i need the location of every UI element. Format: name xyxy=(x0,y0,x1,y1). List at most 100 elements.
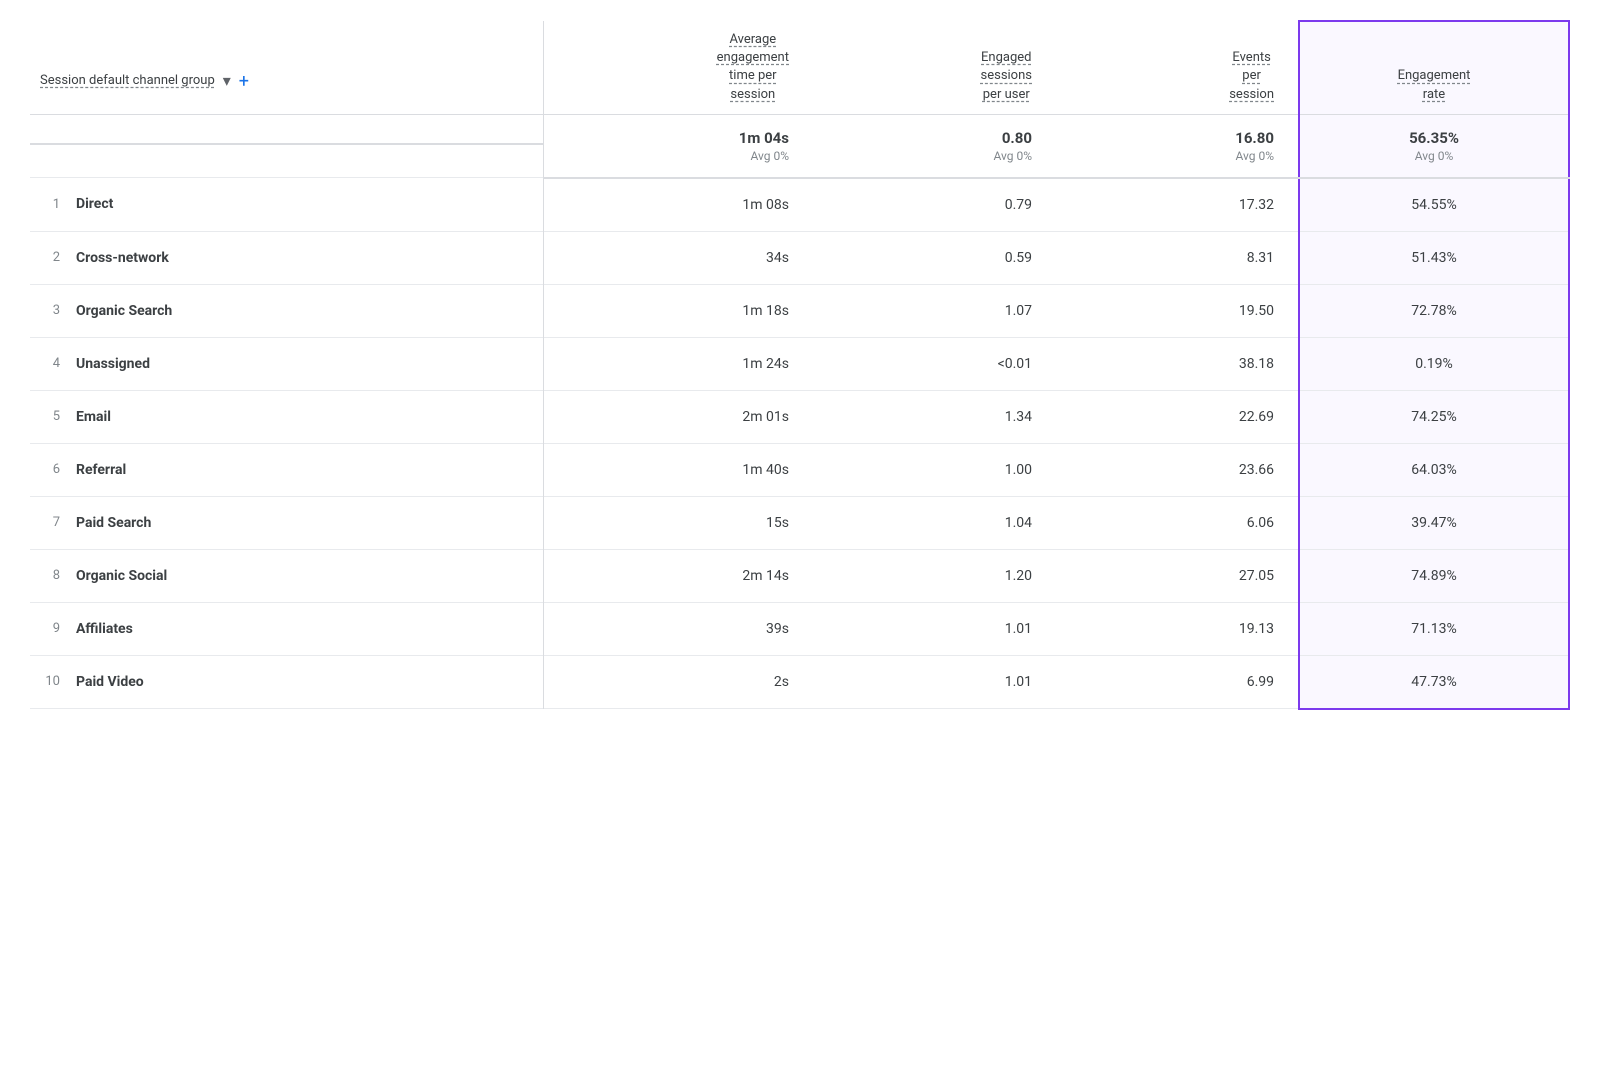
engagement-rate-label: Engagementrate xyxy=(1398,67,1471,103)
engaged-sessions-cell: 1.01 xyxy=(813,602,1056,655)
table-row: 3 Organic Search 1m 18s1.0719.5072.78% xyxy=(30,284,1569,337)
engaged-sessions-cell: 1.04 xyxy=(813,496,1056,549)
engagement-rate-cell: 47.73% xyxy=(1299,655,1569,709)
analytics-table: Session default channel group ▾ + Averag… xyxy=(30,20,1570,710)
channel-cell: 3 Organic Search xyxy=(30,285,543,337)
engagement-rate-cell: 74.89% xyxy=(1299,549,1569,602)
events-per-session-cell: 17.32 xyxy=(1056,178,1299,232)
avg-engagement-cell: 1m 40s xyxy=(543,443,813,496)
engaged-sessions-cell: 1.01 xyxy=(813,655,1056,709)
channel-header-label: Session default channel group xyxy=(40,72,215,90)
events-per-session-cell: 6.06 xyxy=(1056,496,1299,549)
avg-engagement-cell: 39s xyxy=(543,602,813,655)
engaged-sessions-cell: 1.34 xyxy=(813,390,1056,443)
engaged-sessions-cell: 0.59 xyxy=(813,231,1056,284)
table-row: 4 Unassigned 1m 24s<0.0138.180.19% xyxy=(30,337,1569,390)
engaged-sessions-cell: 0.79 xyxy=(813,178,1056,232)
channel-cell: 2 Cross-network xyxy=(30,232,543,284)
events-per-session-cell: 19.50 xyxy=(1056,284,1299,337)
channel-name[interactable]: Paid Video xyxy=(76,674,144,690)
engaged-sessions-cell: 1.20 xyxy=(813,549,1056,602)
row-number: 1 xyxy=(40,197,60,212)
avg-engagement-cell: 34s xyxy=(543,231,813,284)
channel-name[interactable]: Unassigned xyxy=(76,356,150,372)
events-per-session-cell: 22.69 xyxy=(1056,390,1299,443)
add-column-icon[interactable]: + xyxy=(239,69,249,94)
channel-cell: 7 Paid Search xyxy=(30,497,543,549)
row-number: 6 xyxy=(40,462,60,477)
engaged-sessions-header: Engagedsessionsper user xyxy=(813,21,1056,114)
channel-cell: 6 Referral xyxy=(30,444,543,496)
channel-name[interactable]: Cross-network xyxy=(76,250,169,266)
row-number: 7 xyxy=(40,515,60,530)
avg-engagement-cell: 2s xyxy=(543,655,813,709)
channel-cell: 1 Direct xyxy=(30,178,543,230)
table-row: 5 Email 2m 01s1.3422.6974.25% xyxy=(30,390,1569,443)
engagement-rate-cell: 72.78% xyxy=(1299,284,1569,337)
summary-avg-engagement: 1m 04s Avg 0% xyxy=(543,114,813,178)
row-number: 8 xyxy=(40,568,60,583)
engagement-rate-cell: 71.13% xyxy=(1299,602,1569,655)
engaged-sessions-cell: 1.07 xyxy=(813,284,1056,337)
table-row: 2 Cross-network 34s0.598.3151.43% xyxy=(30,231,1569,284)
table-row: 6Referral1m 40s1.0023.6664.03% xyxy=(30,443,1569,496)
table-row: 9 Affiliates 39s1.0119.1371.13% xyxy=(30,602,1569,655)
row-number: 10 xyxy=(40,674,60,689)
analytics-table-container: Session default channel group ▾ + Averag… xyxy=(0,0,1600,1087)
summary-engaged-sessions: 0.80 Avg 0% xyxy=(813,114,1056,178)
engagement-rate-cell: 74.25% xyxy=(1299,390,1569,443)
events-per-session-cell: 19.13 xyxy=(1056,602,1299,655)
table-row: 8 Organic Social 2m 14s1.2027.0574.89% xyxy=(30,549,1569,602)
channel-name[interactable]: Direct xyxy=(76,196,113,212)
filter-icon[interactable]: ▾ xyxy=(223,70,231,92)
table-header-row: Session default channel group ▾ + Averag… xyxy=(30,21,1569,114)
row-number: 5 xyxy=(40,409,60,424)
avg-engagement-cell: 2m 14s xyxy=(543,549,813,602)
row-number: 2 xyxy=(40,250,60,265)
channel-cell: 8 Organic Social xyxy=(30,550,543,602)
summary-channel-cell xyxy=(30,115,543,145)
row-number: 9 xyxy=(40,621,60,636)
row-number: 3 xyxy=(40,303,60,318)
events-per-session-cell: 8.31 xyxy=(1056,231,1299,284)
channel-name[interactable]: Affiliates xyxy=(76,621,133,637)
engagement-rate-cell: 54.55% xyxy=(1299,178,1569,232)
engagement-rate-cell: 51.43% xyxy=(1299,231,1569,284)
table-row: 1 Direct 1m 08s0.7917.3254.55% xyxy=(30,178,1569,232)
channel-name[interactable]: Referral xyxy=(76,462,126,478)
channel-cell: 10 Paid Video xyxy=(30,656,543,708)
avg-engagement-cell: 2m 01s xyxy=(543,390,813,443)
summary-engagement-rate: 56.35% Avg 0% xyxy=(1299,114,1569,178)
events-per-session-cell: 27.05 xyxy=(1056,549,1299,602)
summary-events-per-session: 16.80 Avg 0% xyxy=(1056,114,1299,178)
avg-engagement-cell: 1m 18s xyxy=(543,284,813,337)
events-per-session-cell: 6.99 xyxy=(1056,655,1299,709)
events-per-session-cell: 38.18 xyxy=(1056,337,1299,390)
engaged-sessions-label: Engagedsessionsper user xyxy=(981,49,1033,104)
channel-column-header: Session default channel group ▾ + xyxy=(30,21,543,114)
events-per-session-label: Eventspersession xyxy=(1229,49,1274,104)
avg-engagement-label: Averageengagementtime persession xyxy=(717,31,789,104)
avg-engagement-cell: 1m 08s xyxy=(543,178,813,232)
avg-engagement-cell: 15s xyxy=(543,496,813,549)
engagement-rate-cell: 0.19% xyxy=(1299,337,1569,390)
engaged-sessions-cell: 1.00 xyxy=(813,443,1056,496)
channel-cell: 4 Unassigned xyxy=(30,338,543,390)
channel-name[interactable]: Organic Social xyxy=(76,568,167,584)
channel-name[interactable]: Organic Search xyxy=(76,303,172,319)
channel-name[interactable]: Paid Search xyxy=(76,515,151,531)
engagement-rate-header: Engagementrate xyxy=(1299,21,1569,114)
avg-engagement-cell: 1m 24s xyxy=(543,337,813,390)
channel-name[interactable]: Email xyxy=(76,409,111,425)
events-per-session-header: Eventspersession xyxy=(1056,21,1299,114)
channel-cell: 5 Email xyxy=(30,391,543,443)
channel-cell: 9 Affiliates xyxy=(30,603,543,655)
avg-engagement-header: Averageengagementtime persession xyxy=(543,21,813,114)
row-number: 4 xyxy=(40,356,60,371)
events-per-session-cell: 23.66 xyxy=(1056,443,1299,496)
table-row: 7 Paid Search 15s1.046.0639.47% xyxy=(30,496,1569,549)
table-row: 10 Paid Video 2s1.016.9947.73% xyxy=(30,655,1569,709)
engaged-sessions-cell: <0.01 xyxy=(813,337,1056,390)
summary-row: 1m 04s Avg 0% 0.80 Avg 0% 16.80 Avg 0% 5… xyxy=(30,114,1569,178)
engagement-rate-cell: 39.47% xyxy=(1299,496,1569,549)
